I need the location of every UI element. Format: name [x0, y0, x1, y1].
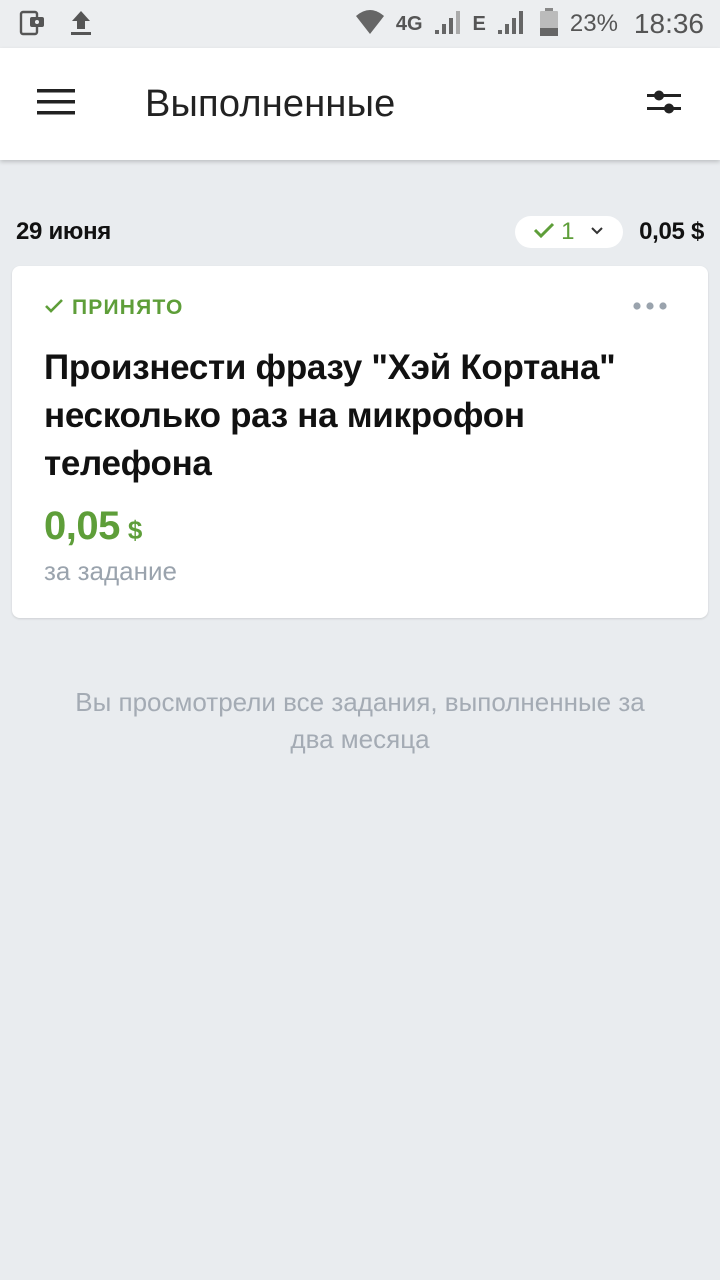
- menu-button[interactable]: [0, 48, 112, 160]
- price-caption: за задание: [44, 556, 177, 586]
- signal-icon: [433, 8, 463, 41]
- check-icon: [44, 297, 64, 320]
- signal2-icon: [496, 8, 528, 41]
- price-value: 0,05: [44, 504, 120, 548]
- status-bar: 4G E 23% 18:36: [0, 0, 720, 48]
- network2-type-label: E: [472, 12, 486, 35]
- network-type-label: 4G: [395, 12, 423, 35]
- task-title: Произнести фразу "Хэй Кортана" несколько…: [44, 348, 616, 483]
- price-currency: $: [127, 515, 143, 545]
- group-total: 0,05 $: [639, 218, 704, 245]
- upload-icon: [68, 7, 94, 42]
- clock: 18:36: [633, 8, 704, 39]
- status-badge: ПРИНЯТО: [44, 296, 184, 320]
- filter-button[interactable]: [608, 48, 720, 160]
- battery-percent: 23%: [569, 10, 618, 37]
- group-date: 29 июня: [16, 218, 112, 245]
- wallet-notification-icon: [18, 7, 48, 42]
- task-price: 0,05 $: [44, 504, 142, 549]
- more-options-button[interactable]: [630, 292, 670, 320]
- end-of-list-message: Вы просмотрели все задания, выполненные …: [75, 687, 645, 754]
- date-group-header: 29 июня 1 0,05 $: [0, 212, 720, 252]
- sliders-icon: [647, 87, 681, 122]
- more-horizontal-icon: [633, 297, 667, 315]
- task-card[interactable]: ПРИНЯТО Произнести фразу "Хэй Кортана" н…: [12, 266, 708, 618]
- accepted-count-dropdown[interactable]: 1: [515, 216, 624, 248]
- app-bar: Выполненные: [0, 48, 720, 160]
- battery-icon: [538, 7, 560, 42]
- accepted-count: 1: [561, 218, 575, 245]
- page-title: Выполненные: [145, 82, 396, 125]
- hamburger-icon: [37, 88, 75, 121]
- wifi-icon: [354, 8, 386, 41]
- chevron-down-icon: [590, 223, 604, 241]
- status-label: ПРИНЯТО: [72, 296, 184, 319]
- check-icon: [533, 221, 555, 244]
